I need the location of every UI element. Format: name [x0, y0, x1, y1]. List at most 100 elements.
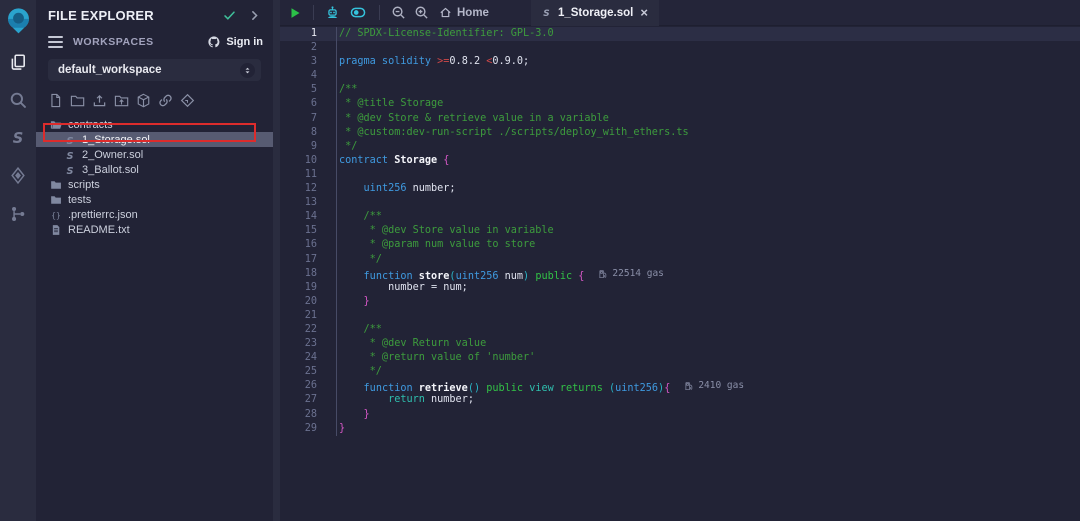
sidebar-item-solidity-compiler[interactable]: S: [0, 121, 36, 155]
run-script-button[interactable]: [284, 0, 306, 26]
link-button[interactable]: [158, 93, 173, 113]
line-number: 20: [280, 295, 336, 309]
line-number: 21: [280, 309, 336, 323]
code-line-7[interactable]: 7 * @dev Store & retrieve value in a var…: [280, 112, 1080, 126]
editor-tabbar: Home S1_Storage.sol×: [280, 0, 1080, 26]
file-tree-item-tests[interactable]: tests: [36, 192, 273, 207]
code-line-16[interactable]: 16 * @param num value to store: [280, 238, 1080, 252]
code-line-3[interactable]: 3pragma solidity >=0.8.2 <0.9.0;: [280, 55, 1080, 69]
line-number: 22: [280, 323, 336, 337]
zoom-in-button[interactable]: [410, 0, 433, 26]
workspaces-label: WORKSPACES: [73, 36, 154, 48]
line-number: 23: [280, 337, 336, 351]
code-text: */: [336, 253, 1080, 267]
code-line-27[interactable]: 27 return number;: [280, 393, 1080, 407]
code-line-29[interactable]: 29}: [280, 422, 1080, 436]
code-text: * @return value of 'number': [336, 351, 1080, 365]
code-line-21[interactable]: 21: [280, 309, 1080, 323]
code-line-17[interactable]: 17 */: [280, 253, 1080, 267]
workspace-select[interactable]: default_workspace: [48, 59, 261, 81]
gas-estimate-badge: 2410 gas: [684, 379, 744, 393]
file-label: tests: [68, 194, 91, 206]
code-line-6[interactable]: 6 * @title Storage: [280, 97, 1080, 111]
upload-file-button[interactable]: [92, 93, 107, 113]
code-line-1[interactable]: 1// SPDX-License-Identifier: GPL-3.0: [280, 27, 1080, 41]
file-actions-toolbar: [36, 94, 273, 111]
file-tree-item-2-owner-sol[interactable]: S2_Owner.sol: [36, 147, 273, 162]
git-branch-icon: [9, 205, 27, 223]
code-editor[interactable]: 1// SPDX-License-Identifier: GPL-3.023pr…: [280, 26, 1080, 521]
line-number: 18: [280, 267, 336, 281]
upload-folder-button[interactable]: [114, 93, 129, 113]
tab-close-icon[interactable]: ×: [639, 6, 649, 19]
code-line-5[interactable]: 5/**: [280, 83, 1080, 97]
caret-updown-icon: [243, 66, 252, 75]
panel-resize-handle[interactable]: [273, 0, 280, 521]
chevron-right-icon[interactable]: [248, 9, 261, 22]
code-line-4[interactable]: 4: [280, 69, 1080, 83]
line-number: 25: [280, 365, 336, 379]
file-tree-item-3-ballot-sol[interactable]: S3_Ballot.sol: [36, 162, 273, 177]
sidebar-item-file-explorer[interactable]: [0, 45, 36, 79]
cube-button[interactable]: [136, 93, 151, 113]
line-number: 9: [280, 140, 336, 154]
gas-estimate-label: 22514 gas: [612, 267, 663, 281]
zoom-out-button[interactable]: [387, 0, 410, 26]
code-line-15[interactable]: 15 * @dev Store value in variable: [280, 224, 1080, 238]
file-explorer-panel: FILE EXPLORER WORKSPACES Sign in default…: [36, 0, 273, 521]
sidebar-item-deploy-and-run[interactable]: [0, 159, 36, 193]
code-text: * @dev Store value in variable: [336, 224, 1080, 238]
toolbar-separator: [379, 5, 380, 20]
file-tree-item-readme-txt[interactable]: README.txt: [36, 222, 273, 237]
code-line-19[interactable]: 19 number = num;: [280, 281, 1080, 295]
tab-1-storage-sol[interactable]: S1_Storage.sol×: [531, 0, 659, 26]
line-number: 11: [280, 168, 336, 182]
code-line-23[interactable]: 23 * @dev Return value: [280, 337, 1080, 351]
files-icon: [9, 53, 27, 71]
code-line-26[interactable]: 26 function retrieve() public view retur…: [280, 379, 1080, 393]
code-line-28[interactable]: 28 }: [280, 408, 1080, 422]
file-tree-item--prettierrc-json[interactable]: {}.prettierrc.json: [36, 207, 273, 222]
check-icon[interactable]: [223, 9, 236, 22]
code-line-20[interactable]: 20 }: [280, 295, 1080, 309]
code-line-10[interactable]: 10contract Storage {: [280, 154, 1080, 168]
code-line-24[interactable]: 24 * @return value of 'number': [280, 351, 1080, 365]
home-button[interactable]: Home: [433, 6, 495, 19]
gas-estimate-badge: 22514 gas: [598, 267, 663, 281]
code-line-13[interactable]: 13: [280, 196, 1080, 210]
folder-icon: [50, 194, 62, 206]
line-number: 10: [280, 154, 336, 168]
svg-text:{}: {}: [51, 211, 60, 220]
solidity-icon: S: [9, 129, 27, 147]
code-line-12[interactable]: 12 uint256 number;: [280, 182, 1080, 196]
code-line-18[interactable]: 18 function store(uint256 num) public {2…: [280, 267, 1080, 281]
code-line-9[interactable]: 9 */: [280, 140, 1080, 154]
code-line-2[interactable]: 2: [280, 41, 1080, 55]
file-explorer-header: FILE EXPLORER: [36, 0, 273, 28]
code-line-8[interactable]: 8 * @custom:dev-run-script ./scripts/dep…: [280, 126, 1080, 140]
code-text: * @dev Store & retrieve value in a varia…: [336, 112, 1080, 126]
line-number: 19: [280, 281, 336, 295]
workspaces-menu-icon[interactable]: [48, 36, 63, 48]
ai-assistant-button[interactable]: [321, 0, 344, 26]
ai-copilot-toggle[interactable]: [344, 0, 372, 26]
panel-title: FILE EXPLORER: [48, 8, 223, 23]
new-file-icon: [48, 93, 63, 108]
code-line-25[interactable]: 25 */: [280, 365, 1080, 379]
github-sign-in-button[interactable]: Sign in: [207, 35, 263, 49]
sidebar-item-search[interactable]: [0, 83, 36, 117]
sidebar-item-git[interactable]: [0, 197, 36, 231]
new-folder-button[interactable]: [70, 93, 85, 113]
line-number: 14: [280, 210, 336, 224]
line-number: 6: [280, 97, 336, 111]
new-file-button[interactable]: [48, 93, 63, 113]
file-tree-item-scripts[interactable]: scripts: [36, 177, 273, 192]
code-line-22[interactable]: 22 /**: [280, 323, 1080, 337]
svg-text:S: S: [13, 130, 24, 147]
code-line-14[interactable]: 14 /**: [280, 210, 1080, 224]
diamond-button[interactable]: [180, 93, 195, 113]
code-line-11[interactable]: 11: [280, 168, 1080, 182]
workspace-caret: [240, 63, 255, 78]
code-text: // SPDX-License-Identifier: GPL-3.0: [336, 27, 1080, 41]
code-text: /**: [336, 323, 1080, 337]
